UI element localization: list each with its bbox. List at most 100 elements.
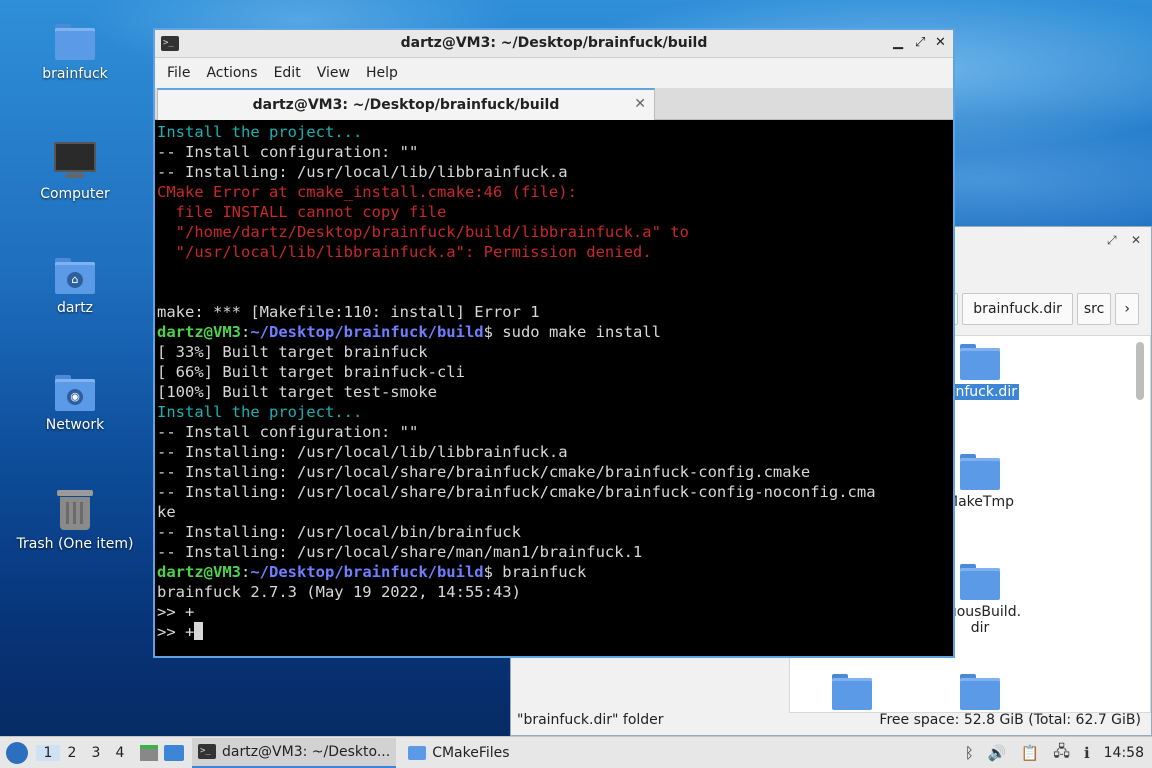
desktop-icon-label: Computer [40,186,110,202]
breadcrumb: s brainfuck.dir src › [941,293,1143,325]
prompt-path: ~/Desktop/brainfuck/build [250,323,484,341]
folder-icon [960,674,1000,710]
task-label: CMakeFiles [432,744,510,761]
breadcrumb-item[interactable]: brainfuck.dir [962,293,1073,325]
desktop-icon-label: dartz [56,300,94,316]
close-icon[interactable]: ✕ [935,35,946,50]
desktop-icon-trash[interactable]: Trash (One item) [10,490,140,552]
prompt-line: dartz@VM3:~/Desktop/brainfuck/build$ bra… [157,563,587,581]
taskbar: 1 2 3 4 >_ dartz@VM3: ~/Deskto... CMakeF… [0,736,1152,768]
workspace-1[interactable]: 1 [36,744,60,761]
command-text: $ brainfuck [483,563,587,581]
menu-bar: File Actions Edit View Help [155,58,953,88]
output-line: Install the project... [157,123,363,141]
network-icon[interactable]: 🖧 [1053,741,1070,766]
task-file-manager[interactable]: CMakeFiles [402,738,515,768]
folder-icon [55,24,95,60]
window-title: dartz@VM3: ~/Desktop/brainfuck/build [400,35,708,51]
desktop-icon-brainfuck[interactable]: brainfuck [10,24,140,82]
desktop-icon-label: brainfuck [42,66,108,82]
task-terminal[interactable]: >_ dartz@VM3: ~/Deskto... [192,737,397,768]
maximize-icon[interactable]: ⤢ [915,35,925,50]
desktop-icon-computer[interactable]: Computer [10,142,140,202]
volume-icon[interactable]: 🔊 [988,744,1007,762]
desktop-icon-label: Network [45,417,105,433]
workspace-2[interactable]: 2 [60,745,84,761]
terminal-icon: >_ [198,744,216,759]
input-line[interactable]: >> + [157,622,953,642]
output-line: -- Installing: /usr/local/bin/brainfuck [157,523,521,541]
terminal-output[interactable]: Install the project... -- Install configu… [157,122,953,656]
output-line: [ 66%] Built target brainfuck-cli [157,363,465,381]
desktop-icon-network[interactable]: ◉ Network [10,375,140,433]
menu-actions[interactable]: Actions [198,65,265,81]
terminal-window[interactable]: >_ dartz@VM3: ~/Desktop/brainfuck/build … [153,28,955,658]
menu-file[interactable]: File [159,65,198,81]
clock[interactable]: 14:58 [1104,745,1144,761]
output-line: Install the project... [157,403,363,421]
start-menu-icon[interactable] [6,741,28,764]
maximize-icon[interactable]: ⤢ [1107,233,1117,248]
prompt-line: dartz@VM3:~/Desktop/brainfuck/build$ sud… [157,323,661,341]
show-desktop-icon[interactable] [140,744,158,761]
breadcrumb-item[interactable]: src [1076,293,1112,325]
output-line: -- Install configuration: "" [157,423,419,441]
output-line: ke [157,503,176,521]
output-line: make: *** [Makefile:110: install] Error … [157,303,540,321]
tab-bar: dartz@VM3: ~/Desktop/brainfuck/build ✕ [155,88,953,120]
tab-terminal[interactable]: dartz@VM3: ~/Desktop/brainfuck/build ✕ [157,88,655,120]
workspace-3[interactable]: 3 [84,745,108,761]
status-left: "brainfuck.dir" folder [517,712,664,728]
prompt-user: dartz@VM3 [157,563,241,581]
output-line: CMake Error at cmake_install.cmake:46 (f… [157,183,577,201]
menu-edit[interactable]: Edit [266,65,309,81]
status-right: Free space: 52.8 GiB (Total: 62.7 GiB) [879,712,1141,728]
output-line: file INSTALL cannot copy file [157,203,447,221]
menu-view[interactable]: View [309,65,358,81]
output-line: -- Install configuration: "" [157,143,419,161]
terminal-titlebar[interactable]: >_ dartz@VM3: ~/Desktop/brainfuck/build … [155,30,953,58]
output-line: "/usr/local/lib/libbrainfuck.a": Permiss… [157,243,652,261]
folder-icon [960,564,1000,600]
task-label: dartz@VM3: ~/Deskto... [222,743,391,760]
close-icon[interactable]: ✕ [1131,233,1141,247]
list-item-label: MakeTmp [946,494,1014,510]
network-folder-icon: ◉ [55,375,95,411]
text-cursor [194,622,204,640]
minimize-icon[interactable]: ▁ [893,35,903,50]
file-manager-launcher-icon[interactable] [164,744,184,761]
desktop-icon-dartz[interactable]: ⌂ dartz [10,258,140,316]
command-text: $ sudo make install [483,323,661,341]
breadcrumb-next-button[interactable]: › [1115,293,1139,325]
trash-icon [57,490,93,530]
output-line: -- Installing: /usr/local/lib/libbrainfu… [157,163,568,181]
list-item[interactable] [792,674,912,712]
computer-icon [54,142,96,180]
folder-icon [960,344,1000,380]
output-line: >> + [157,603,195,621]
output-line: [100%] Built target test-smoke [157,383,437,401]
input-text: >> + [157,623,195,641]
system-tray: ᛒ 🔊 📋 🖧 ℹ 14:58 [958,737,1152,768]
tab-label: dartz@VM3: ~/Desktop/brainfuck/build [252,97,560,113]
workspace-4[interactable]: 4 [108,745,132,761]
desktop-icon-label: Trash (One item) [16,536,134,552]
output-line: -- Installing: /usr/local/lib/libbrainfu… [157,443,568,461]
prompt-path: ~/Desktop/brainfuck/build [250,563,484,581]
bluetooth-icon[interactable]: ᛒ [965,744,974,762]
folder-icon [960,454,1000,490]
output-line: brainfuck 2.7.3 (May 19 2022, 14:55:43) [157,583,521,601]
menu-help[interactable]: Help [358,65,406,81]
folder-icon [408,745,427,760]
output-line: -- Installing: /usr/local/share/brainfuc… [157,463,811,481]
clipboard-icon[interactable]: 📋 [1021,744,1040,762]
tab-close-icon[interactable]: ✕ [634,96,646,112]
list-item[interactable] [920,674,1040,712]
output-line: [ 33%] Built target brainfuck [157,343,428,361]
update-icon[interactable]: ℹ [1084,744,1090,762]
output-line: -- Installing: /usr/local/share/brainfuc… [157,483,876,501]
scrollbar[interactable] [1136,342,1144,400]
folder-icon [832,674,872,710]
